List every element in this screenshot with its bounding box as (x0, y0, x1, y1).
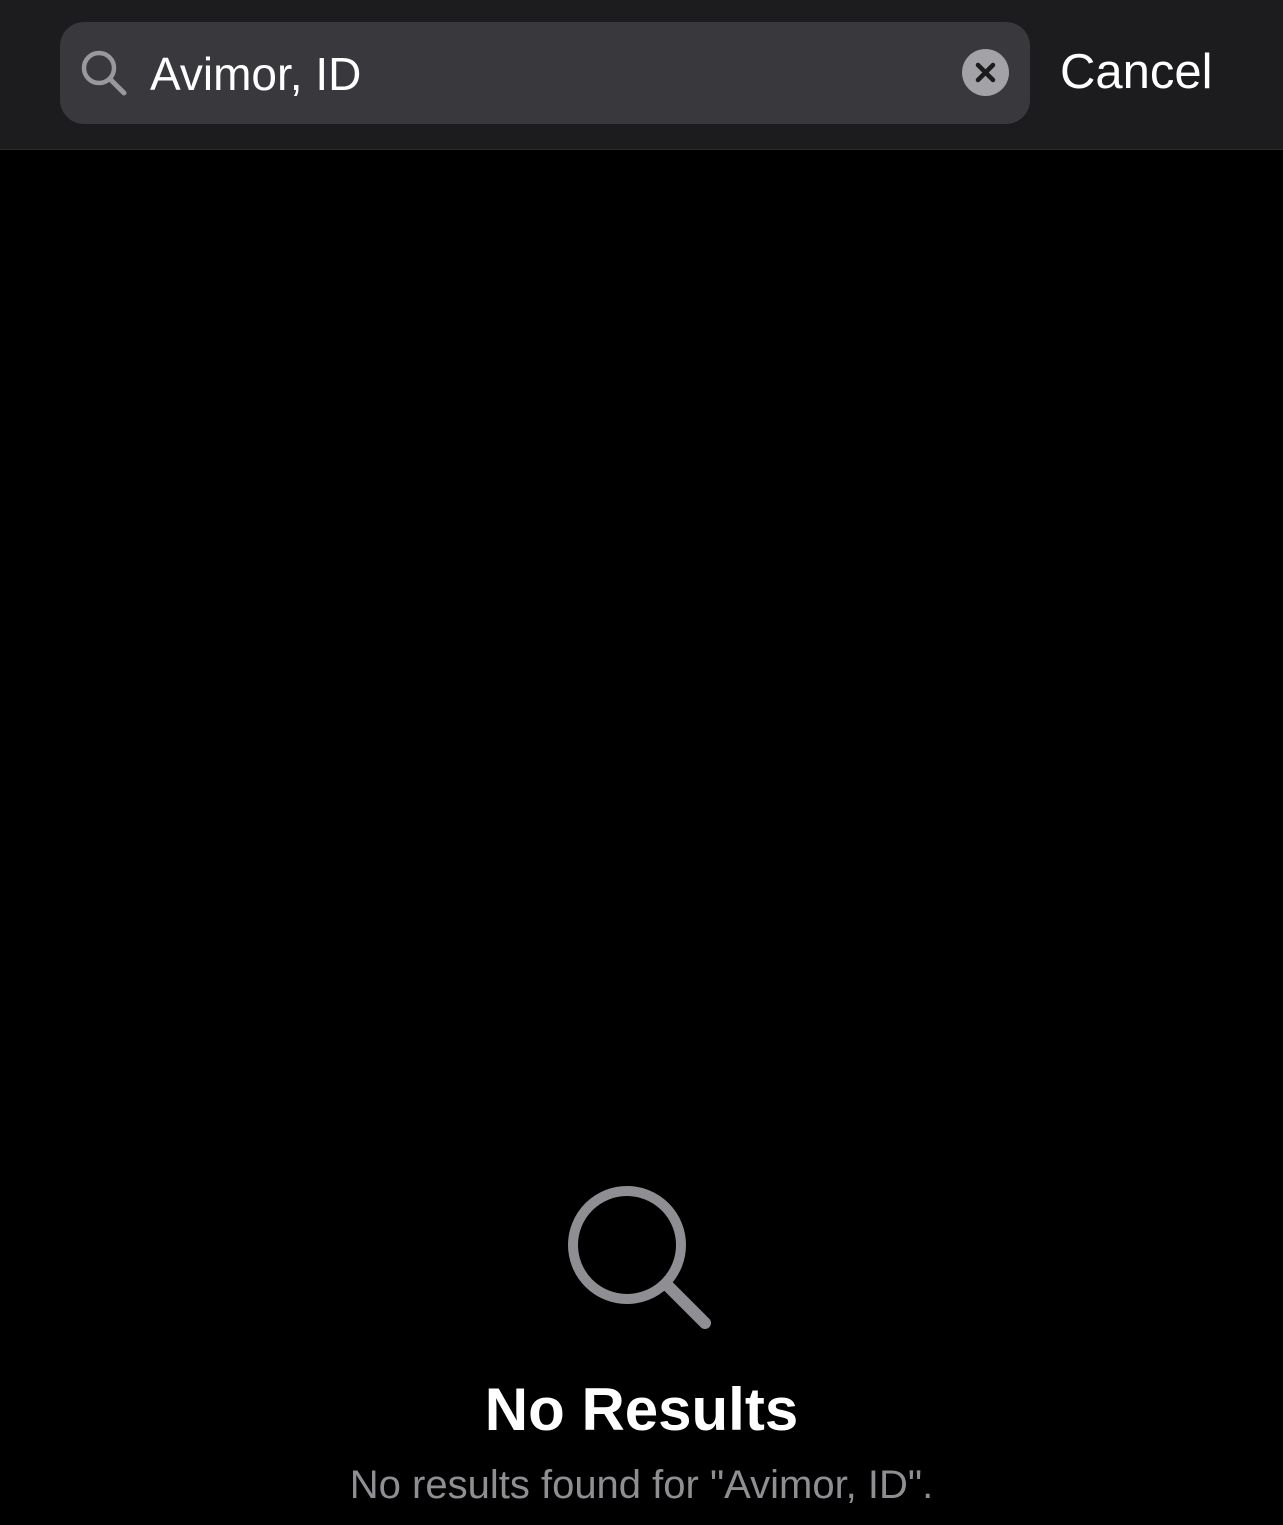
clear-search-button[interactable] (962, 49, 1009, 96)
empty-state-message: No results found for "Avimor, ID". (349, 1463, 934, 1507)
search-icon (565, 1183, 717, 1335)
close-icon (975, 62, 996, 83)
cancel-button[interactable]: Cancel (1060, 38, 1213, 106)
search-header: Cancel (0, 0, 1283, 150)
empty-state-title: No Results (484, 1376, 799, 1443)
search-input[interactable] (150, 43, 940, 105)
search-icon (80, 49, 128, 97)
